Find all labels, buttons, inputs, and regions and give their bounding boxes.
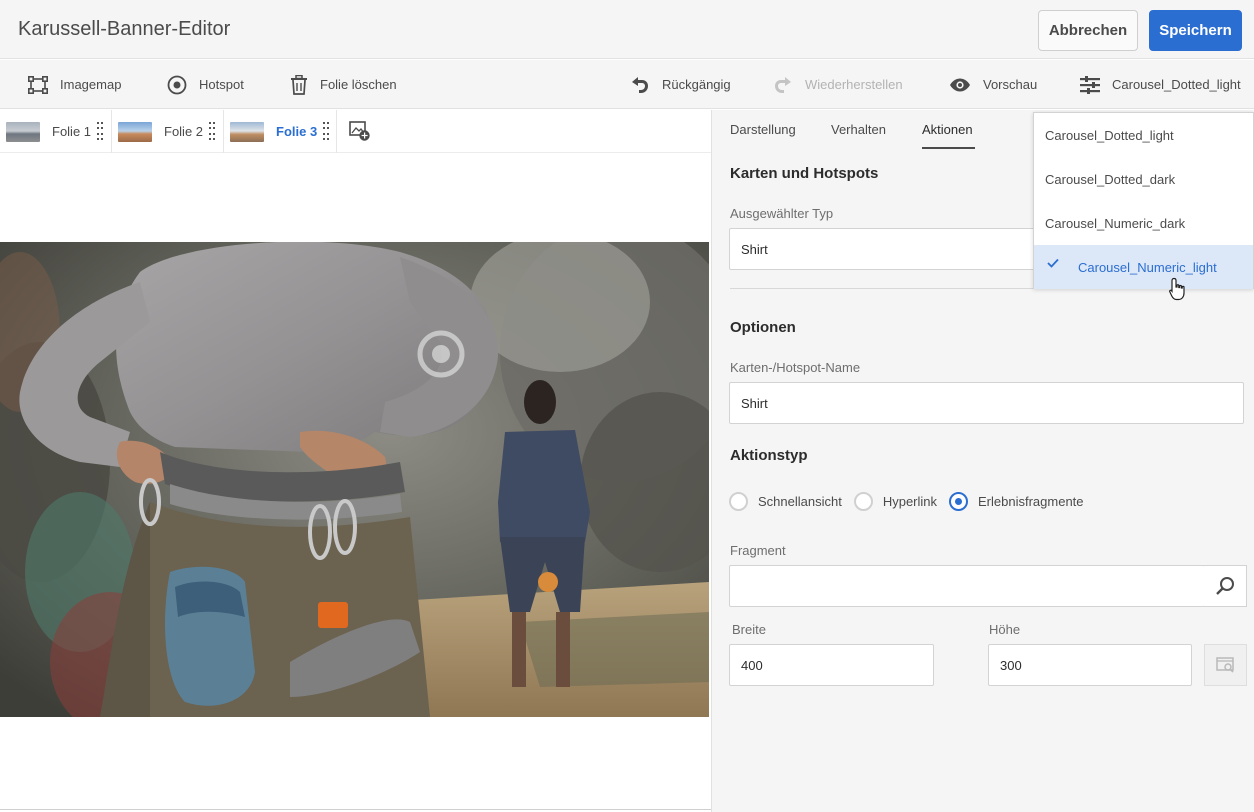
hotspot-tool[interactable]: Hotspot bbox=[167, 60, 244, 109]
slide-thumbnail bbox=[118, 121, 152, 142]
imagemap-label: Imagemap bbox=[60, 77, 122, 92]
selected-type-value: Shirt bbox=[741, 241, 768, 257]
redo-label: Wiederherstellen bbox=[805, 77, 903, 92]
properties-icon bbox=[1080, 75, 1100, 94]
slide-thumbnail bbox=[6, 121, 40, 142]
active-tab-indicator bbox=[922, 147, 975, 149]
height-input[interactable]: 300 bbox=[988, 644, 1192, 686]
tab-verhalten[interactable]: Verhalten bbox=[831, 122, 886, 137]
undo-tool[interactable]: Rückgängig bbox=[630, 60, 731, 109]
hotspot-name-input[interactable]: Shirt bbox=[729, 382, 1244, 424]
width-label: Breite bbox=[732, 622, 766, 637]
hotspot-name-label: Karten-/Hotspot-Name bbox=[730, 360, 861, 375]
preview-label: Vorschau bbox=[983, 77, 1038, 92]
slide-label: Folie 1 bbox=[52, 124, 92, 139]
checkmark-icon bbox=[1047, 258, 1059, 268]
hotspot-label: Hotspot bbox=[199, 77, 244, 92]
height-value: 300 bbox=[1000, 657, 1022, 673]
dropdown-option-dotted-light[interactable]: Carousel_Dotted_light bbox=[1034, 113, 1253, 157]
section-maps-hotspots: Karten und Hotspots bbox=[730, 165, 879, 182]
fragment-search-button[interactable] bbox=[1204, 565, 1247, 607]
hotspot-icon bbox=[167, 75, 187, 94]
radio-erlebnisfragmente[interactable] bbox=[949, 491, 969, 511]
trash-icon bbox=[291, 74, 307, 95]
save-button[interactable]: Speichern bbox=[1149, 10, 1242, 51]
radio-schnellansicht[interactable] bbox=[729, 491, 748, 511]
slide-tab-2[interactable]: Folie 2 bbox=[112, 110, 224, 153]
hand-cursor-icon bbox=[1169, 277, 1185, 301]
eye-icon bbox=[950, 78, 970, 91]
width-value: 400 bbox=[741, 657, 763, 673]
slide-tab-3[interactable]: Folie 3 bbox=[224, 110, 337, 153]
radio-hyperlink[interactable] bbox=[853, 491, 873, 511]
drag-handle-icon[interactable] bbox=[323, 121, 330, 142]
undo-label: Rückgängig bbox=[662, 77, 731, 92]
toolbar: Imagemap Hotspot Folie löschen Rückgängi… bbox=[0, 60, 1254, 109]
delete-slide-label: Folie löschen bbox=[320, 77, 397, 92]
slide-label: Folie 2 bbox=[164, 124, 204, 139]
add-slide-icon bbox=[349, 121, 370, 141]
search-icon bbox=[1216, 577, 1234, 595]
drag-handle-icon[interactable] bbox=[97, 121, 104, 142]
undo-icon bbox=[632, 76, 648, 93]
redo-icon bbox=[775, 76, 791, 93]
fragment-input[interactable] bbox=[729, 565, 1205, 607]
tab-aktionen[interactable]: Aktionen bbox=[922, 122, 973, 137]
add-slide-button[interactable] bbox=[349, 120, 371, 147]
delete-slide-tool[interactable]: Folie löschen bbox=[290, 60, 397, 109]
preset-dropdown-menu: Carousel_Dotted_light Carousel_Dotted_da… bbox=[1033, 112, 1254, 289]
app-header: Karussell-Banner-Editor Abbrechen Speich… bbox=[0, 0, 1254, 59]
slides-strip: Folie 1 Folie 2 Folie 3 bbox=[0, 110, 711, 153]
dropdown-option-numeric-dark[interactable]: Carousel_Numeric_dark bbox=[1034, 201, 1253, 245]
section-options: Optionen bbox=[730, 319, 796, 336]
slide-tab-1[interactable]: Folie 1 bbox=[0, 110, 112, 153]
preview-tool[interactable]: Vorschau bbox=[949, 60, 1037, 109]
slide-image[interactable] bbox=[0, 242, 709, 717]
width-input[interactable]: 400 bbox=[729, 644, 934, 686]
cancel-button[interactable]: Abbrechen bbox=[1038, 10, 1138, 51]
preset-label: Carousel_Dotted_light bbox=[1112, 77, 1241, 92]
height-label: Höhe bbox=[989, 622, 1021, 637]
redo-tool[interactable]: Wiederherstellen bbox=[773, 60, 903, 109]
slide-label: Folie 3 bbox=[276, 124, 318, 139]
slide-thumbnail bbox=[230, 121, 264, 142]
imagemap-tool[interactable]: Imagemap bbox=[28, 60, 121, 109]
preset-selector[interactable]: Carousel_Dotted_light bbox=[1080, 60, 1241, 109]
preview-icon bbox=[1215, 657, 1234, 673]
action-type-radios: Schnellansicht Hyperlink Erlebnisfragmen… bbox=[729, 489, 1084, 513]
drag-handle-icon[interactable] bbox=[209, 121, 216, 142]
imagemap-icon bbox=[28, 75, 48, 94]
section-action-type: Aktionstyp bbox=[730, 447, 808, 464]
selected-type-label: Ausgewählter Typ bbox=[730, 206, 834, 221]
tab-darstellung[interactable]: Darstellung bbox=[730, 122, 796, 137]
dropdown-option-dotted-dark[interactable]: Carousel_Dotted_dark bbox=[1034, 157, 1253, 201]
fragment-label: Fragment bbox=[730, 543, 786, 558]
hotspot-name-value: Shirt bbox=[741, 395, 768, 411]
dropdown-option-label: Carousel_Numeric_light bbox=[1078, 259, 1217, 275]
radio-label-schnellansicht: Schnellansicht bbox=[758, 493, 842, 509]
radio-label-erlebnisfragmente: Erlebnisfragmente bbox=[978, 493, 1084, 509]
fragment-preview-button[interactable] bbox=[1204, 644, 1247, 686]
dropdown-option-numeric-light[interactable]: Carousel_Numeric_light bbox=[1034, 245, 1253, 289]
page-title: Karussell-Banner-Editor bbox=[18, 18, 231, 40]
selected-type-field[interactable]: Shirt bbox=[729, 228, 1049, 270]
climber-photo bbox=[0, 242, 709, 717]
radio-label-hyperlink: Hyperlink bbox=[882, 493, 938, 509]
